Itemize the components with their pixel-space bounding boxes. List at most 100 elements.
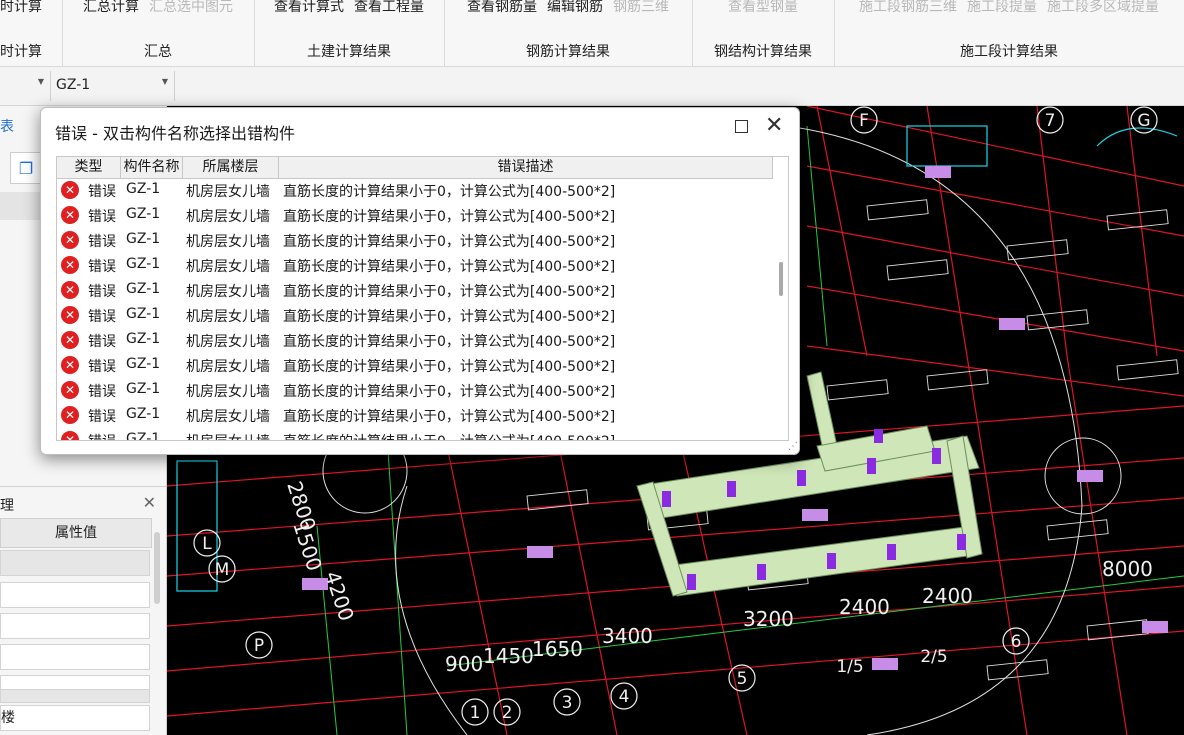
row-component-name[interactable]: GZ-1 (126, 406, 160, 422)
copy-icon[interactable]: ❐ (10, 152, 42, 184)
row-floor: 机房层女儿墙 (186, 409, 270, 425)
row-type: 错误 (88, 234, 116, 250)
left-panel-tab[interactable]: 表 (0, 116, 14, 136)
view-quantity-button[interactable]: 查看工程量 (354, 0, 424, 18)
table-scrollbar[interactable] (775, 178, 785, 440)
error-circle-icon: ✕ (61, 381, 79, 399)
ribbon-button-calc[interactable]: 时计算 (0, 0, 42, 18)
component-select[interactable]: GZ-1 ▼ (50, 71, 175, 101)
table-row[interactable]: ✕错误GZ-1机房层女儿墙直筋长度的计算结果小于0，计算公式为[400-500*… (57, 228, 773, 253)
table-row[interactable]: ✕错误GZ-1机房层女儿墙直筋长度的计算结果小于0，计算公式为[400-500*… (57, 428, 773, 440)
view-steel-button[interactable]: 查看型钢量 (728, 0, 798, 18)
rebar-3d-button[interactable]: 钢筋三维 (613, 0, 669, 18)
error-circle-icon: ✕ (61, 256, 79, 274)
row-component-name[interactable]: GZ-1 (126, 181, 160, 197)
ribbon-group-label: 时计算 (0, 44, 42, 60)
axis-label: F (859, 111, 869, 131)
table-row[interactable]: ✕错误GZ-1机房层女儿墙直筋长度的计算结果小于0，计算公式为[400-500*… (57, 203, 773, 228)
property-row[interactable] (0, 550, 150, 576)
row-description: 直筋长度的计算结果小于0，计算公式为[400-500*2] (283, 184, 616, 200)
column-header-type[interactable]: 类型 (57, 157, 121, 178)
row-floor: 机房层女儿墙 (186, 431, 270, 440)
dimension-label: 3200 (743, 607, 794, 631)
close-icon[interactable]: ✕ (143, 493, 156, 512)
row-type: 错误 (88, 209, 116, 225)
axis-label: 7 (1045, 111, 1056, 131)
row-component-name[interactable]: GZ-1 (126, 231, 160, 247)
scrollbar-thumb[interactable] (779, 262, 783, 296)
row-component-name[interactable]: GZ-1 (126, 431, 160, 440)
axis-label: 1 (470, 703, 481, 723)
column-header-name[interactable]: 构件名称 (121, 157, 183, 178)
row-description: 直筋长度的计算结果小于0，计算公式为[400-500*2] (283, 234, 616, 250)
segment-rebar-3d-button[interactable]: 施工段钢筋三维 (859, 0, 957, 18)
error-circle-icon: ✕ (61, 406, 79, 424)
table-header: 类型 构件名称 所属楼层 错误描述 (57, 157, 773, 179)
properties-value-header: 属性值 (0, 518, 152, 548)
resize-grip-icon[interactable]: ⋰ (788, 441, 798, 452)
table-body: ✕ 错误 GZ-1 机房层女儿墙 直筋长度的计算结果小于0，计算公式为[400-500*… (57, 178, 773, 440)
table-row[interactable]: ✕错误GZ-1机房层女儿墙直筋长度的计算结果小于0，计算公式为[400-500*… (57, 178, 773, 203)
table-row[interactable]: ✕错误GZ-1机房层女儿墙直筋长度的计算结果小于0，计算公式为[400-500*… (57, 253, 773, 278)
dimension-label: 1650 (532, 637, 583, 661)
row-component-name[interactable]: GZ-1 (126, 256, 160, 272)
row-component-name[interactable]: GZ-1 (126, 331, 160, 347)
column-header-desc[interactable]: 错误描述 (279, 157, 773, 178)
dimension-label: 3400 (602, 624, 653, 648)
row-floor: 机房层女儿墙 (186, 359, 270, 375)
property-row[interactable] (0, 689, 150, 703)
axis-label: 1/5 (836, 657, 863, 677)
table-row[interactable]: ✕错误GZ-1机房层女儿墙直筋长度的计算结果小于0，计算公式为[400-500*… (57, 328, 773, 353)
row-floor: 机房层女儿墙 (186, 209, 270, 225)
row-type: 错误 (88, 384, 116, 400)
error-circle-icon: ✕ (61, 431, 79, 440)
error-circle-icon: ✕ (61, 206, 79, 224)
error-circle-icon: ✕ (61, 356, 79, 374)
row-component-name[interactable]: GZ-1 (126, 306, 160, 322)
table-row[interactable]: ✕错误GZ-1机房层女儿墙直筋长度的计算结果小于0，计算公式为[400-500*… (57, 303, 773, 328)
property-row[interactable] (0, 582, 150, 608)
row-description: 直筋长度的计算结果小于0，计算公式为[400-500*2] (283, 309, 616, 325)
close-icon[interactable]: ✕ (765, 114, 783, 138)
ribbon-group-label: 钢筋计算结果 (526, 44, 610, 60)
view-rebar-button[interactable]: 查看钢筋量 (467, 0, 537, 18)
segment-multi-area-button[interactable]: 施工段多区域提量 (1047, 0, 1159, 18)
row-floor: 机房层女儿墙 (186, 259, 270, 275)
summary-calc-button[interactable]: 汇总计算 (83, 0, 139, 18)
row-floor: 机房层女儿墙 (186, 309, 270, 325)
selector-bar: ▼ GZ-1 ▼ (0, 67, 1184, 106)
row-floor: 机房层女儿墙 (186, 184, 270, 200)
ribbon-group-label: 土建计算结果 (307, 44, 391, 60)
row-component-name[interactable]: GZ-1 (126, 356, 160, 372)
column-header-floor[interactable]: 所属楼层 (183, 157, 279, 178)
axis-label: 4 (619, 687, 630, 707)
property-row[interactable] (0, 613, 150, 639)
ribbon-group-summary: 汇总计算 汇总选中图元 汇总 (62, 0, 255, 66)
property-row[interactable]: 楼 (0, 705, 150, 731)
ribbon-group-construction: 施工段钢筋三维 施工段提量 施工段多区域提量 施工段计算结果 (834, 0, 1184, 66)
row-component-name[interactable]: GZ-1 (126, 381, 160, 397)
category-select[interactable]: ▼ (0, 71, 51, 101)
table-row[interactable]: ✕ 错误 GZ-1 机房层女儿墙直筋长度的计算结果小于0，计算公式为[400-500*… (57, 378, 773, 403)
row-floor: 机房层女儿墙 (186, 284, 270, 300)
axis-label: 3 (562, 693, 573, 713)
summary-selected-button[interactable]: 汇总选中图元 (149, 0, 233, 18)
segment-quantity-button[interactable]: 施工段提量 (967, 0, 1037, 18)
edit-rebar-button[interactable]: 编辑钢筋 (547, 0, 603, 18)
error-circle-icon: ✕ (61, 181, 79, 199)
row-floor: 机房层女儿墙 (186, 384, 270, 400)
table-row[interactable]: ✕错误GZ-1机房层女儿墙直筋长度的计算结果小于0，计算公式为[400-500*… (57, 353, 773, 378)
row-component-name[interactable]: GZ-1 (126, 206, 160, 222)
maximize-icon[interactable] (735, 120, 748, 133)
dimension-label: 8000 (1102, 557, 1153, 581)
table-row[interactable]: ✕错误GZ-1机房层女儿墙直筋长度的计算结果小于0，计算公式为[400-500*… (57, 403, 773, 428)
properties-scrollbar[interactable] (154, 532, 160, 604)
row-component-name[interactable]: GZ-1 (126, 281, 160, 297)
view-formula-button[interactable]: 查看计算式 (274, 0, 344, 18)
table-row[interactable]: ✕错误GZ-1机房层女儿墙直筋长度的计算结果小于0，计算公式为[400-500*… (57, 278, 773, 303)
properties-panel-title: 理 (0, 498, 14, 514)
row-description: 直筋长度的计算结果小于0，计算公式为[400-500*2] (283, 384, 616, 400)
dialog-title: 错误 - 双击构件名称选择出错构件 (55, 124, 295, 143)
properties-panel-header: 理 ✕ (0, 486, 166, 521)
property-row[interactable] (0, 644, 150, 670)
